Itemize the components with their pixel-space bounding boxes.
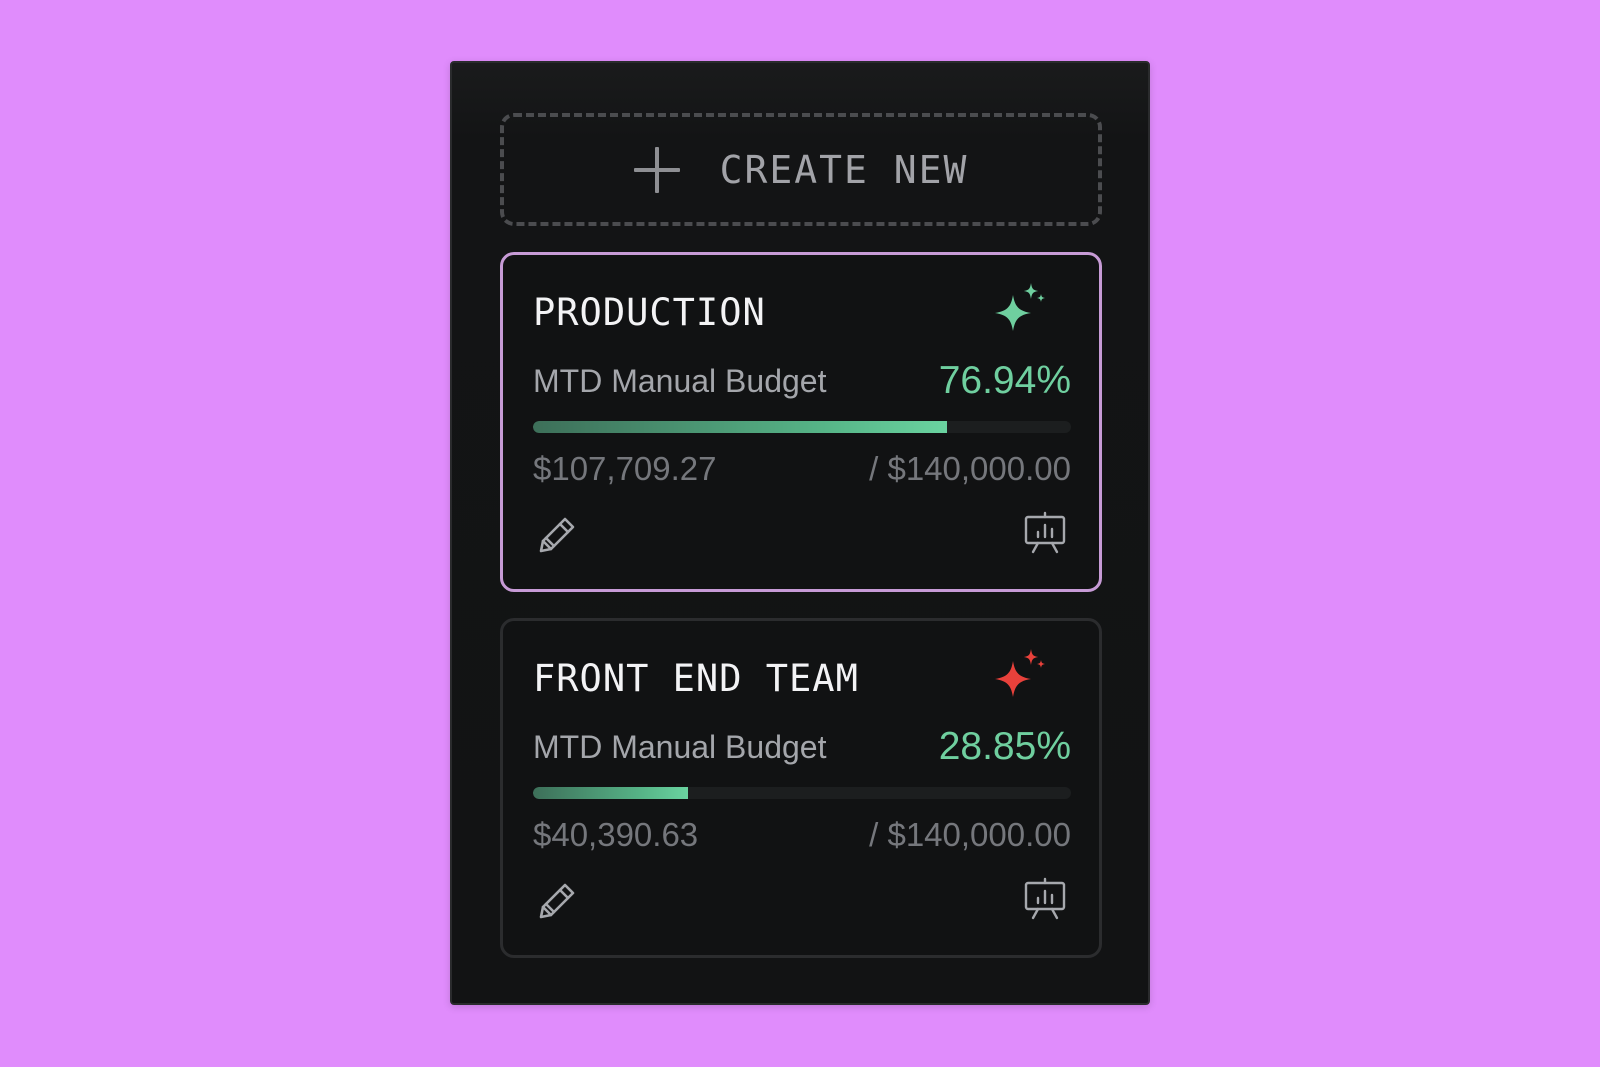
budget-label: MTD Manual Budget	[533, 729, 827, 765]
presentation-chart-icon[interactable]	[1023, 877, 1067, 921]
pencil-icon[interactable]	[535, 513, 579, 557]
total-budget: / $140,000.00	[869, 450, 1071, 487]
budget-progress-bar	[533, 787, 1071, 799]
sparkle-icon	[995, 283, 1045, 331]
budget-progress-fill	[533, 787, 689, 799]
budget-panel: CREATE NEW PRODUCTION MTD Manual Budget …	[450, 61, 1150, 1005]
pencil-icon[interactable]	[535, 879, 579, 923]
budget-percentage: 28.85%	[938, 725, 1071, 768]
budget-progress-fill	[533, 421, 947, 433]
total-budget: / $140,000.00	[869, 816, 1071, 853]
budget-card-front-end-team[interactable]: FRONT END TEAM MTD Manual Budget 28.85% …	[500, 618, 1102, 958]
budget-card-production[interactable]: PRODUCTION MTD Manual Budget 76.94% $107…	[500, 252, 1102, 592]
budget-percentage: 76.94%	[938, 359, 1071, 402]
spent-amount: $107,709.27	[533, 450, 717, 487]
create-new-button[interactable]: CREATE NEW	[500, 113, 1102, 226]
card-title: FRONT END TEAM	[533, 657, 859, 700]
budget-label: MTD Manual Budget	[533, 363, 827, 399]
sparkle-icon	[995, 649, 1045, 697]
spent-amount: $40,390.63	[533, 816, 699, 853]
create-new-label: CREATE NEW	[719, 147, 969, 192]
plus-icon	[633, 146, 680, 193]
presentation-chart-icon[interactable]	[1023, 511, 1067, 555]
budget-progress-bar	[533, 421, 1071, 433]
card-title: PRODUCTION	[533, 291, 766, 334]
